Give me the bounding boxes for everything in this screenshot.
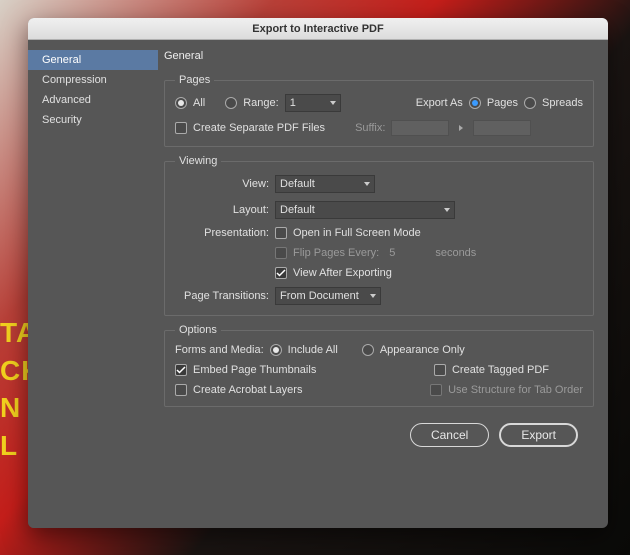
- suffix-field-2: [473, 120, 531, 136]
- flip-check: [275, 247, 287, 259]
- titlebar: Export to Interactive PDF: [28, 18, 608, 40]
- view-select[interactable]: Default: [275, 175, 375, 193]
- sidebar-item-general[interactable]: General: [28, 50, 158, 70]
- cancel-button[interactable]: Cancel: [410, 423, 489, 447]
- create-tagged-label: Create Tagged PDF: [452, 364, 549, 376]
- pages-all-radio[interactable]: [175, 97, 187, 109]
- embed-thumb-label: Embed Page Thumbnails: [193, 364, 316, 376]
- acrobat-layers-label: Create Acrobat Layers: [193, 384, 302, 396]
- create-separate-label: Create Separate PDF Files: [193, 122, 325, 134]
- export-spreads-radio[interactable]: [524, 97, 536, 109]
- appearance-radio[interactable]: [362, 344, 374, 356]
- export-spreads-label: Spreads: [542, 97, 583, 109]
- pages-legend: Pages: [175, 74, 214, 86]
- main-panel: General Pages All Range: 1 Export As Pag…: [158, 40, 608, 528]
- range-select[interactable]: 1: [285, 94, 341, 112]
- export-dialog: Export to Interactive PDF General Compre…: [28, 18, 608, 528]
- export-button[interactable]: Export: [499, 423, 578, 447]
- caret-icon: [459, 125, 463, 131]
- export-pages-radio[interactable]: [469, 97, 481, 109]
- open-full-check[interactable]: [275, 227, 287, 239]
- acrobat-layers-check[interactable]: [175, 384, 187, 396]
- options-group: Options Forms and Media: Include All App…: [164, 324, 594, 407]
- layout-label: Layout:: [175, 204, 269, 216]
- flip-label: Flip Pages Every:: [293, 247, 379, 259]
- embed-thumb-check[interactable]: [175, 364, 187, 376]
- viewing-legend: Viewing: [175, 155, 221, 167]
- tab-order-label: Use Structure for Tab Order: [448, 384, 583, 396]
- view-after-check[interactable]: [275, 267, 287, 279]
- export-pages-label: Pages: [487, 97, 518, 109]
- create-separate-check[interactable]: [175, 122, 187, 134]
- flip-value: 5: [389, 247, 395, 259]
- appearance-label: Appearance Only: [380, 344, 465, 356]
- panel-heading: General: [164, 50, 594, 62]
- suffix-field-1: [391, 120, 449, 136]
- pages-group: Pages All Range: 1 Export As Pages Sprea…: [164, 74, 594, 147]
- dialog-footer: Cancel Export: [164, 415, 594, 459]
- view-label: View:: [175, 178, 269, 190]
- suffix-label: Suffix:: [355, 122, 385, 134]
- presentation-label: Presentation:: [175, 227, 269, 239]
- sidebar-item-compression[interactable]: Compression: [28, 70, 158, 90]
- viewing-group: Viewing View: Default Layout: Default Pr…: [164, 155, 594, 316]
- pages-range-radio[interactable]: [225, 97, 237, 109]
- export-as-label: Export As: [416, 97, 463, 109]
- layout-select[interactable]: Default: [275, 201, 455, 219]
- transitions-label: Page Transitions:: [175, 290, 269, 302]
- options-legend: Options: [175, 324, 221, 336]
- pages-all-label: All: [193, 97, 205, 109]
- include-all-label: Include All: [288, 344, 338, 356]
- tab-order-check: [430, 384, 442, 396]
- sidebar-item-advanced[interactable]: Advanced: [28, 90, 158, 110]
- include-all-radio[interactable]: [270, 344, 282, 356]
- create-tagged-check[interactable]: [434, 364, 446, 376]
- forms-label: Forms and Media:: [175, 344, 264, 356]
- dialog-title: Export to Interactive PDF: [252, 23, 383, 35]
- seconds-label: seconds: [435, 247, 476, 259]
- sidebar: General Compression Advanced Security: [28, 40, 158, 528]
- sidebar-item-security[interactable]: Security: [28, 110, 158, 130]
- open-full-label: Open in Full Screen Mode: [293, 227, 421, 239]
- pages-range-label: Range:: [243, 97, 278, 109]
- view-after-label: View After Exporting: [293, 267, 392, 279]
- transitions-select[interactable]: From Document: [275, 287, 381, 305]
